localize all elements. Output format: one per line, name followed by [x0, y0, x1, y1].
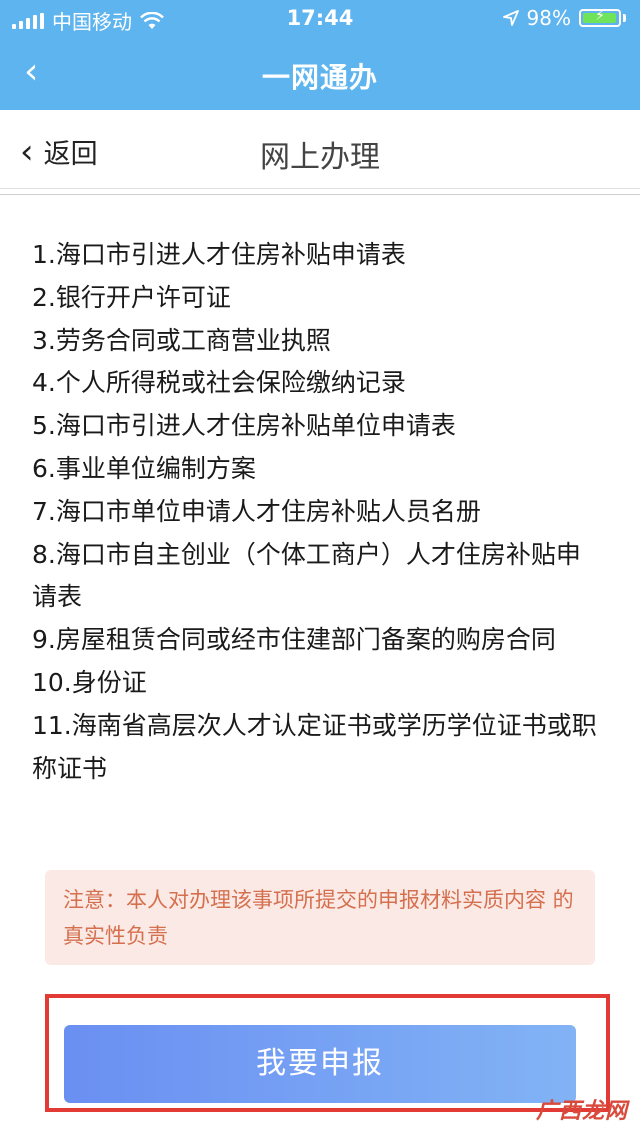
submit-button[interactable]: 我要申报 — [64, 1025, 576, 1103]
list-item: 3.劳务合同或工商营业执照 — [32, 325, 331, 355]
divider — [0, 194, 640, 195]
status-right: 98% ⚡ — [502, 6, 626, 30]
battery-percent: 98% — [526, 6, 571, 30]
nav-bar: ‹ 一网通办 — [0, 38, 640, 110]
charging-bolt-icon: ⚡ — [595, 8, 605, 24]
battery-cap — [623, 14, 626, 22]
list-item: 8.海口市自主创业（个体工商户）人才住房补贴申请表 — [32, 539, 581, 612]
list-item: 1.海口市引进人才住房补贴申请表 — [32, 240, 406, 269]
list-item: 4.个人所得税或社会保险缴纳记录 — [32, 368, 406, 398]
app-title: 一网通办 — [261, 61, 378, 94]
status-bar: 中国移动 17:44 98% ⚡ — [0, 0, 640, 38]
sub-header: ‹ 返回 网上办理 — [0, 110, 640, 189]
list-item: 5.海口市引进人才住房补贴单位申请表 — [32, 411, 456, 441]
list-item: 10.身份证 — [32, 667, 147, 697]
notice-box: 注意：本人对办理该事项所提交的申报材料实质内容 的真实性负责 — [45, 870, 595, 965]
list-item: 11.海南省高层次人才认定证书或学历学位证书或职称证书 — [32, 710, 597, 783]
list-item: 7.海口市单位申请人才住房补贴人员名册 — [32, 496, 481, 526]
page-title: 网上办理 — [260, 140, 380, 175]
list-item: 6.事业单位编制方案 — [32, 453, 256, 483]
list-item: 2.银行开户许可证 — [32, 282, 231, 312]
materials-list: 1.海口市引进人才住房补贴申请表 2.银行开户许可证 3.劳务合同或工商营业执照… — [32, 234, 602, 790]
location-icon — [502, 10, 519, 26]
list-item: 9.房屋租赁合同或经市住建部门备案的购房合同 — [32, 625, 556, 655]
watermark-logo: 广西龙网 — [535, 1099, 628, 1124]
battery-icon: ⚡ — [579, 8, 621, 27]
